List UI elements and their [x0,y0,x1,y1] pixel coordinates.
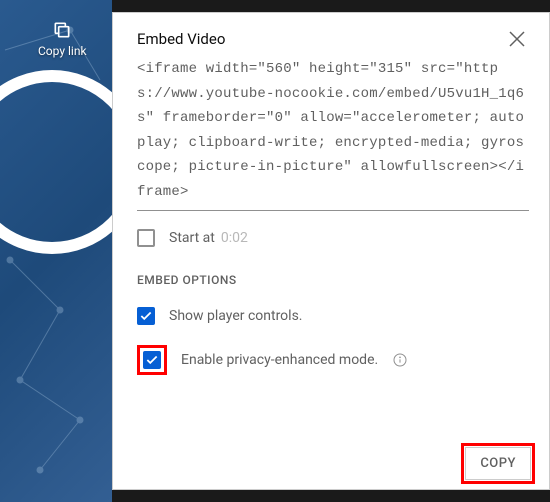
check-icon [139,309,153,323]
privacy-mode-row: Enable privacy-enhanced mode. [137,345,529,375]
panel-header: Embed Video [113,13,549,59]
copy-link-button[interactable]: Copy link [38,20,87,58]
embed-panel: Embed Video <iframe width="560" height="… [112,12,550,490]
backdrop-top [112,0,550,12]
panel-title: Embed Video [137,30,225,48]
video-backdrop [0,0,112,502]
info-icon[interactable] [392,352,408,368]
privacy-highlight [137,345,167,375]
close-icon [505,27,529,51]
player-controls-checkbox[interactable] [137,307,155,325]
panel-body[interactable]: <iframe width="560" height="315" src="ht… [137,57,537,437]
copy-highlight: COPY [461,443,535,484]
network-decoration [0,0,112,502]
player-controls-row: Show player controls. [137,307,529,325]
backdrop-bottom [112,490,550,502]
embed-options-heading: EMBED OPTIONS [137,273,529,287]
embed-code-textarea[interactable]: <iframe width="560" height="315" src="ht… [137,57,529,211]
check-icon [145,353,159,367]
copy-link-label: Copy link [38,44,87,58]
copy-icon [52,20,72,40]
privacy-mode-checkbox[interactable] [143,351,161,369]
privacy-mode-label: Enable privacy-enhanced mode. [181,352,378,368]
panel-footer: COPY [113,437,549,489]
start-at-label: Start at0:02 [169,230,248,246]
player-controls-label: Show player controls. [169,308,303,324]
close-button[interactable] [505,27,529,51]
start-at-time[interactable]: 0:02 [221,230,248,246]
start-at-row: Start at0:02 [137,229,529,247]
copy-button[interactable]: COPY [465,447,531,480]
start-at-checkbox[interactable] [137,229,155,247]
